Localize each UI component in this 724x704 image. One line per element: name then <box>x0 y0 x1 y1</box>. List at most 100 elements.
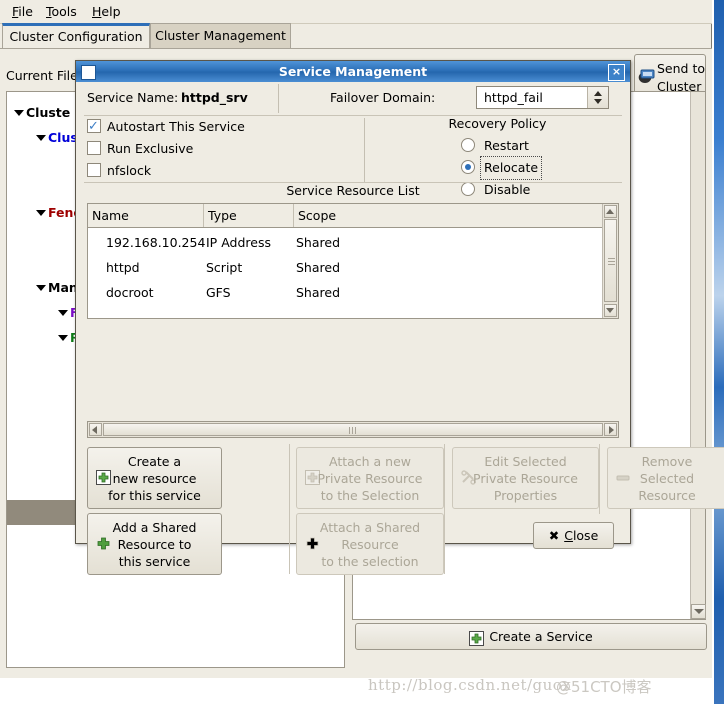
tabstrip: Cluster Configuration Cluster Management <box>0 23 712 49</box>
chevron-down-icon[interactable] <box>35 125 48 150</box>
add-shared-resource-label: Add a Shared Resource to this service <box>88 519 221 570</box>
create-a-service-label: Create a Service <box>489 629 593 644</box>
btn-line-1: Attach a new <box>328 454 412 469</box>
tree-item-label: Cluste <box>26 105 71 120</box>
resource-table-horizontal-scrollbar[interactable] <box>87 421 619 438</box>
close-icon[interactable]: × <box>608 64 625 81</box>
desktop-background-strip <box>714 0 724 704</box>
menu-file[interactable]: File <box>8 4 37 20</box>
chevron-updown-icon[interactable] <box>587 87 608 108</box>
resource-table-vertical-scrollbar[interactable] <box>602 204 618 318</box>
add-shared-resource-button[interactable]: Add a Shared Resource to this service <box>87 513 222 575</box>
btn-line-2: Private Resource <box>473 471 578 486</box>
service-options-area: Autostart This Service Run Exclusive nfs… <box>76 116 630 197</box>
checkbox-unchecked-icon <box>87 141 101 155</box>
checkbox-unchecked-icon <box>87 163 101 177</box>
create-new-resource-button[interactable]: Create a new resource for this service <box>87 447 222 509</box>
btn-line-1: Attach a Shared <box>319 520 421 535</box>
attach-shared-resource-label: Attach a Shared Resource to the selectio… <box>297 519 443 570</box>
scroll-right-arrow-icon[interactable] <box>604 423 617 436</box>
btn-line-1: Create a <box>127 454 182 469</box>
recovery-policy-title: Recovery Policy <box>448 116 547 131</box>
checkbox-autostart-label: Autostart This Service <box>107 119 245 134</box>
service-resource-table[interactable]: Name Type Scope 192.168.10.254 IP Address… <box>87 203 619 319</box>
btn-line-2: Resource to <box>117 537 192 552</box>
table-row[interactable]: httpd Script Shared <box>88 255 602 280</box>
cluster-send-icon <box>638 69 655 84</box>
column-header-name[interactable]: Name <box>88 204 203 227</box>
radio-restart[interactable]: Restart <box>461 135 532 157</box>
table-cell-type: Script <box>206 260 243 275</box>
tab-cluster-configuration[interactable]: Cluster Configuration <box>2 23 150 48</box>
attach-shared-resource-button: Attach a Shared Resource to the selectio… <box>296 513 444 575</box>
chevron-down-icon[interactable] <box>13 100 26 125</box>
radio-relocate[interactable]: Relocate <box>461 156 543 180</box>
scroll-down-arrow-icon[interactable] <box>604 304 617 317</box>
btn-line-1: Edit Selected <box>484 454 567 469</box>
scroll-grip-icon <box>349 427 358 434</box>
header-divider <box>278 84 279 113</box>
tree-item[interactable]: Fenc <box>35 200 81 225</box>
attach-new-private-resource-button: Attach a new Private Resource to the Sel… <box>296 447 444 509</box>
tab-cluster-management[interactable]: Cluster Management <box>150 23 291 48</box>
button-col-divider-3 <box>599 444 600 514</box>
application-window: File Tools Help Cluster Configuration Cl… <box>0 0 724 704</box>
checkbox-checked-icon <box>87 116 101 138</box>
close-button[interactable]: ✖ Close <box>533 522 614 549</box>
tree-item[interactable]: Clus <box>35 125 78 150</box>
menu-help[interactable]: Help <box>88 4 125 20</box>
dialog-titlebar[interactable]: Service Management × <box>76 61 630 83</box>
failover-domain-select[interactable]: httpd_fail <box>476 86 609 109</box>
send-to-cluster-line1: Send to <box>657 61 706 76</box>
btn-line-3: for this service <box>108 488 201 503</box>
menu-label: ile <box>18 4 33 19</box>
scroll-down-arrow-icon[interactable] <box>691 604 706 619</box>
chevron-down-icon[interactable] <box>57 325 70 350</box>
scroll-left-arrow-icon[interactable] <box>89 423 102 436</box>
btn-line-1: Remove <box>641 454 693 469</box>
screenshot-root: File Tools Help Cluster Configuration Cl… <box>0 0 724 704</box>
tree-item[interactable]: Cluste <box>13 100 70 125</box>
failover-domain-value: httpd_fail <box>484 90 543 105</box>
tab-cluster-configuration-label: Cluster Configuration <box>9 29 143 44</box>
btn-line-3: Properties <box>493 488 558 503</box>
close-button-label: lose <box>572 528 599 543</box>
menu-tools[interactable]: Tools <box>42 4 81 20</box>
radio-restart-label: Restart <box>484 138 529 153</box>
tab-cluster-management-label: Cluster Management <box>155 28 286 43</box>
properties-vertical-scrollbar[interactable] <box>690 92 706 619</box>
menubar: File Tools Help <box>0 0 712 24</box>
watermark-url: http://blog.csdn.net/guox <box>368 676 572 694</box>
checkbox-run-exclusive-label: Run Exclusive <box>107 141 194 156</box>
table-row[interactable]: 192.168.10.254 IP Address Shared <box>88 230 602 255</box>
chevron-down-icon[interactable] <box>35 275 48 300</box>
edit-selected-private-resource-properties-button: Edit Selected Private Resource Propertie… <box>452 447 599 509</box>
radio-selected-icon <box>461 160 475 174</box>
table-cell-type: IP Address <box>206 235 271 250</box>
table-row[interactable]: docroot GFS Shared <box>88 280 602 305</box>
service-name-value: httpd_srv <box>181 90 248 105</box>
tree-item-label: Man <box>48 280 78 295</box>
service-resource-list-title: Service Resource List <box>286 183 420 198</box>
resource-hscroll-thumb[interactable] <box>103 423 603 436</box>
checkbox-autostart-this-service[interactable]: Autostart This Service <box>87 116 245 138</box>
chevron-down-icon[interactable] <box>57 300 70 325</box>
resource-vscroll-thumb[interactable] <box>604 219 617 302</box>
button-col-divider-1 <box>289 444 290 574</box>
button-col-divider-2 <box>444 444 445 574</box>
btn-line-2: Private Resource <box>317 471 423 486</box>
watermark-badge: @51CTO博客 <box>556 678 652 696</box>
column-header-scope[interactable]: Scope <box>293 204 602 227</box>
scroll-up-arrow-icon[interactable] <box>604 205 617 218</box>
column-header-type[interactable]: Type <box>203 204 293 227</box>
plus-green-icon <box>469 629 485 654</box>
create-a-service-button[interactable]: Create a Service <box>355 623 707 650</box>
scroll-grip-icon <box>608 258 615 265</box>
checkbox-nfslock-label: nfslock <box>107 163 152 178</box>
checkbox-run-exclusive[interactable]: Run Exclusive <box>87 138 193 160</box>
chevron-down-icon[interactable] <box>35 200 48 225</box>
resource-action-buttons: Create a new resource for this service A… <box>76 444 724 575</box>
checkbox-nfslock[interactable]: nfslock <box>87 160 151 182</box>
tree-item[interactable]: Man <box>35 275 78 300</box>
table-cell-scope: Shared <box>296 260 341 275</box>
